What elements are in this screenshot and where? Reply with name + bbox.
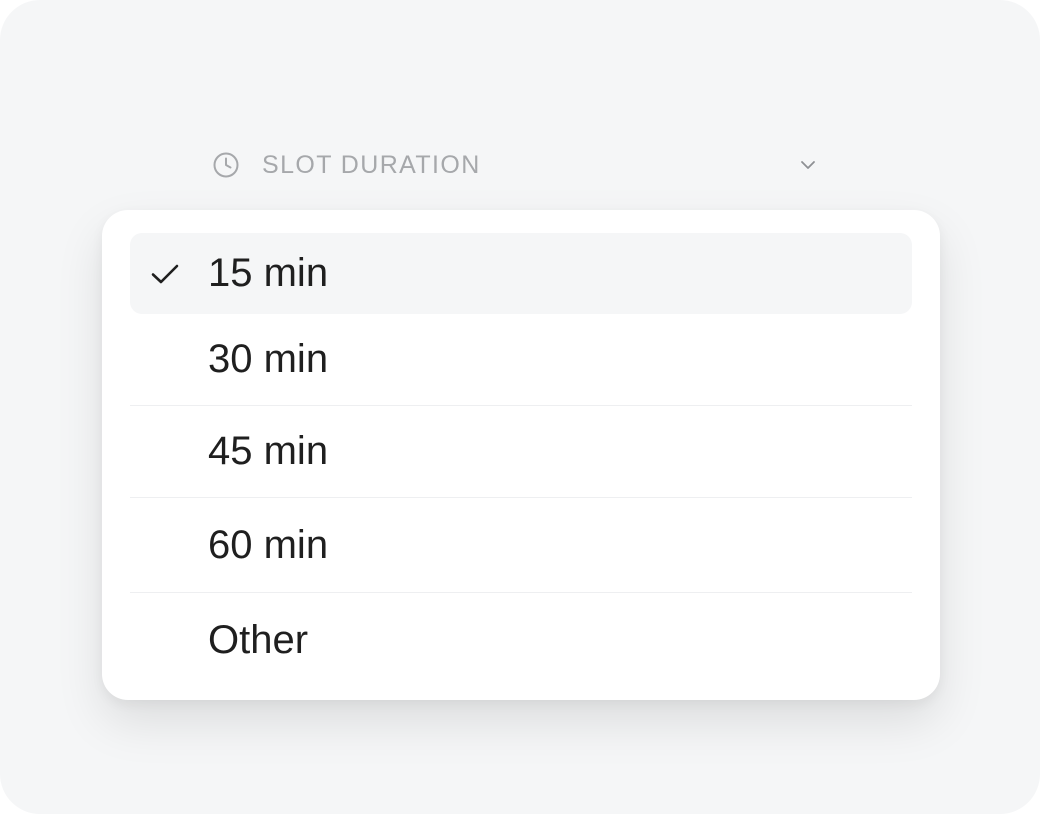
- option-label: 60 min: [208, 522, 329, 567]
- app-frame: SLOT DURATION 15 min 30 min 45 min 60 mi…: [0, 0, 1040, 814]
- option-label: 15 min: [208, 251, 329, 295]
- option-60-min[interactable]: 60 min: [130, 498, 912, 593]
- option-label: Other: [208, 618, 309, 662]
- option-15-min[interactable]: 15 min: [130, 233, 912, 314]
- option-other[interactable]: Other: [130, 593, 912, 688]
- option-30-min[interactable]: 30 min: [130, 314, 912, 406]
- duration-dropdown-menu: 15 min 30 min 45 min 60 min Other: [102, 210, 940, 700]
- slot-duration-select[interactable]: SLOT DURATION: [204, 140, 828, 190]
- clock-icon: [212, 151, 240, 179]
- option-45-min[interactable]: 45 min: [130, 406, 912, 498]
- chevron-down-icon[interactable]: [796, 153, 820, 177]
- option-label: 30 min: [208, 337, 329, 381]
- slot-duration-label: SLOT DURATION: [262, 150, 481, 179]
- option-label: 45 min: [208, 429, 329, 473]
- checkmark-icon: [148, 257, 182, 291]
